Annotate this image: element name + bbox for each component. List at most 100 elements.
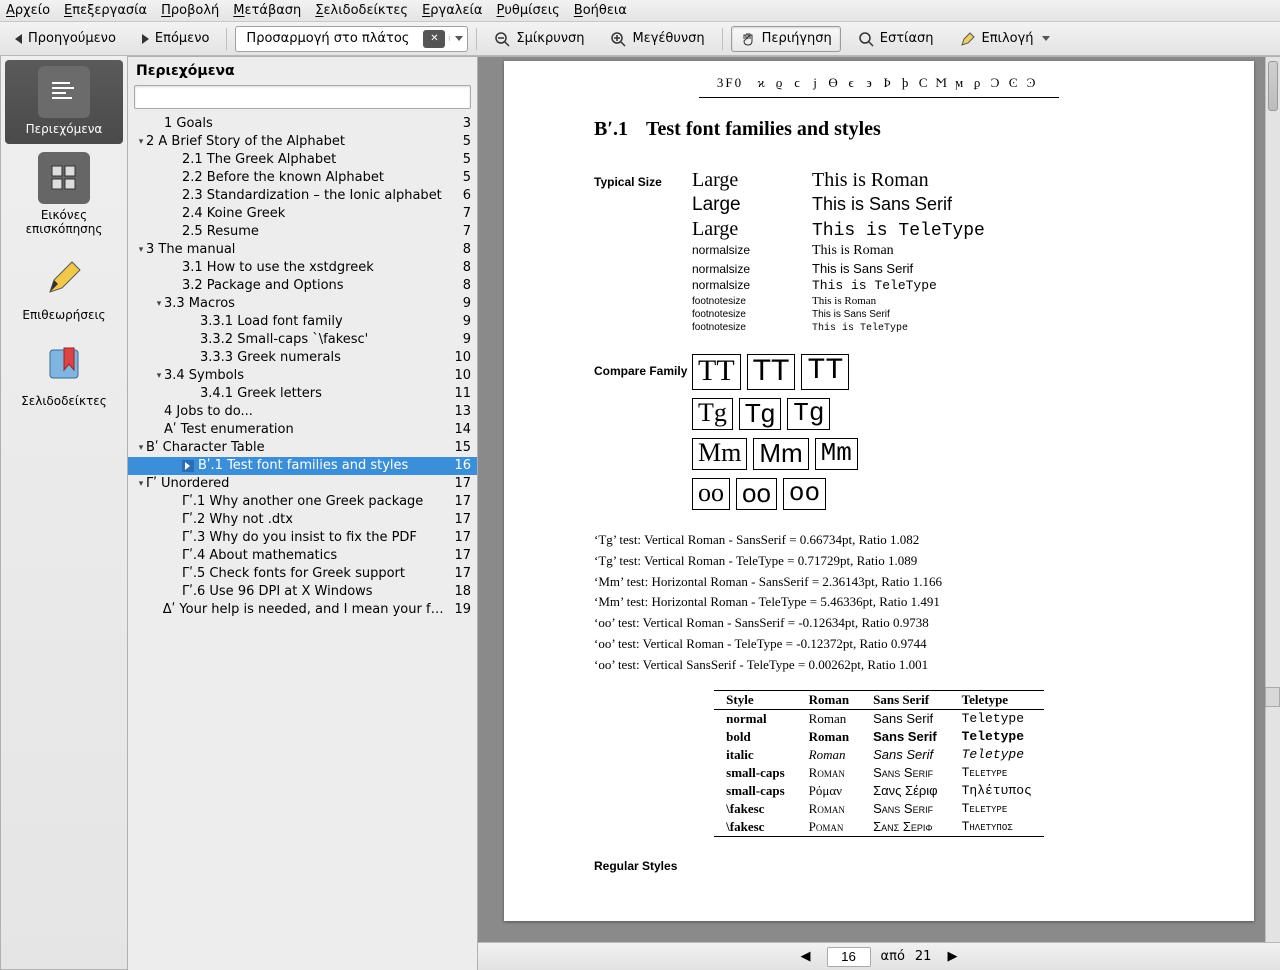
zoom-out-button[interactable]: Σμίκρυνση [485, 26, 593, 52]
table-header: Style [714, 690, 797, 709]
table-row: small-capsΡόμανΣανς ΣέριφΤηλέτυπος [714, 782, 1044, 800]
zoom-combo[interactable]: Προσαρμογή στο πλάτος ✕ [235, 26, 468, 52]
thumbnails-icon [38, 152, 90, 204]
toc-page: 9 [455, 295, 471, 313]
toc-page: 14 [446, 421, 471, 439]
menu-μετάβαση[interactable]: Μετάβαση [233, 3, 301, 18]
toc-entry[interactable]: ▾3.4 Symbols10 [128, 367, 477, 385]
select-button[interactable]: Επιλογή [951, 26, 1059, 52]
toc-entry[interactable]: Γʹ.2 Why not .dtx17 [128, 511, 477, 529]
toc-entry[interactable]: Γʹ.3 Why do you insist to fix the PDF17 [128, 529, 477, 547]
glyph-box: Mm [753, 438, 808, 470]
vertical-scrollbar[interactable] [1265, 57, 1280, 942]
menu-προβολή[interactable]: Προβολή [161, 3, 219, 18]
toc-page: 10 [446, 367, 471, 385]
toc-page: 8 [455, 241, 471, 259]
zoom-in-button[interactable]: Μεγέθυνση [601, 26, 713, 52]
toc-entry[interactable]: ▾3.3 Macros9 [128, 295, 477, 313]
toc-page: 17 [446, 547, 471, 565]
toc-entry[interactable]: 2.2 Before the known Alphabet5 [128, 169, 477, 187]
page-next-button[interactable]: ▶ [941, 947, 963, 966]
toc-entry[interactable]: ▾2 A Brief Story of the Alphabet5 [128, 133, 477, 151]
glyph-box: TT [692, 354, 741, 390]
toc-label: Αʹ Test enumeration [164, 421, 294, 439]
zoom-out-icon [494, 31, 510, 47]
page-prev-button[interactable]: ◀ [795, 947, 817, 966]
toc-entry[interactable]: ▾3 The manual8 [128, 241, 477, 259]
toc-entry[interactable]: 4 Jobs to do...13 [128, 403, 477, 421]
next-button[interactable]: Επόμενο [133, 26, 219, 51]
arrow-right-icon [142, 34, 149, 44]
toc-page: 5 [455, 133, 471, 151]
clear-icon[interactable]: ✕ [423, 30, 445, 48]
toc-label: 2.5 Resume [182, 223, 259, 241]
toc-entry[interactable]: 2.3 Standardization – the Ionic alphabet… [128, 187, 477, 205]
toc-label: 3.4 Symbols [164, 367, 244, 385]
toc-entry[interactable]: Δʹ Your help is needed, and I mean your … [128, 601, 477, 619]
toc-entry[interactable]: 3.3.3 Greek numerals10 [128, 349, 477, 367]
toc-page: 5 [455, 169, 471, 187]
sidebar-item-bookmarks[interactable]: Σελιδοδείκτες [5, 332, 123, 416]
toc-label: 4 Jobs to do... [164, 403, 253, 421]
toc-entry[interactable]: 2.4 Koine Greek7 [128, 205, 477, 223]
toc-label: 3.3.3 Greek numerals [200, 349, 341, 367]
menu-αρχείο[interactable]: Αρχείο [6, 3, 50, 18]
toc-entry[interactable]: Αʹ Test enumeration 14 [128, 421, 477, 439]
menu-ρυθμίσεις[interactable]: Ρυθμίσεις [497, 3, 560, 18]
toc-label: 2.3 Standardization – the Ionic alphabet [182, 187, 442, 205]
toc-page: 11 [446, 385, 471, 403]
page-input[interactable] [827, 947, 871, 967]
sidebar-item-thumbnails[interactable]: Εικόνες επισκόπησης [5, 146, 123, 244]
document-scroll[interactable]: 3F0ϰϱϲϳϴϵ϶ϷϸϹϺϻϼϽϾϿ Βʹ.1Test font famili… [478, 57, 1280, 942]
table-cell: Roman [797, 709, 861, 728]
sidebar-item-contents[interactable]: Περιεχόμενα [5, 60, 123, 144]
sidebar-item-reviews[interactable]: Επιθεωρήσεις [5, 246, 123, 330]
toc-entry[interactable]: Γʹ.5 Check fonts for Greek support17 [128, 565, 477, 583]
table-cell: Ρόμαν [797, 782, 861, 800]
toc-label: Δʹ Your help is needed, and I mean your … [163, 601, 447, 619]
table-cell: Roman [797, 800, 861, 818]
toc-entry[interactable]: 3.1 How to use the xstdgreek8 [128, 259, 477, 277]
toc-page: 6 [455, 187, 471, 205]
scrollbar-thumb[interactable] [1268, 61, 1278, 111]
browse-button[interactable]: Περιήγηση [731, 26, 841, 52]
toc-page: 7 [455, 205, 471, 223]
toc-entry[interactable]: 2.5 Resume7 [128, 223, 477, 241]
table-row: \fakescΡοmanΣανς ΣεριφΤηλετυπος [714, 818, 1044, 837]
table-cell: Teletype [950, 728, 1044, 746]
toc-entry[interactable]: 1 Goals3 [128, 115, 477, 133]
toc-entry[interactable]: 2.1 The Greek Alphabet5 [128, 151, 477, 169]
toc-entry[interactable]: Γʹ.1 Why another one Greek package17 [128, 493, 477, 511]
toc-entry[interactable]: ▾Βʹ Character Table15 [128, 439, 477, 457]
menu-εργαλεία[interactable]: Εργαλεία [422, 3, 482, 18]
toc-page: 18 [446, 583, 471, 601]
toc-page: 5 [455, 151, 471, 169]
glyph-box: Mm [815, 438, 858, 470]
toc-entry[interactable]: 3.3.2 Small-caps `\fakesc'9 [128, 331, 477, 349]
toc-page: 3 [455, 115, 471, 133]
menu-βοήθεια[interactable]: Βοήθεια [574, 3, 627, 18]
zoom-in-icon [610, 31, 626, 47]
toc-page: 8 [455, 259, 471, 277]
menu-σελιδοδείκτες[interactable]: Σελιδοδείκτες [315, 3, 408, 18]
menu-επεξεργασία[interactable]: Επεξεργασία [64, 3, 147, 18]
chevron-down-icon[interactable] [449, 36, 467, 41]
toc-entry[interactable]: ▾Γʹ Unordered17 [128, 475, 477, 493]
prev-button[interactable]: Προηγούμενο [6, 26, 125, 51]
toc-search-input[interactable] [134, 85, 471, 109]
codepoints-row: 3F0ϰϱϲϳϴϵ϶ϷϸϹϺϻϼϽϾϿ [699, 75, 1059, 98]
toc-entry[interactable]: 3.3.1 Load font family9 [128, 313, 477, 331]
focus-button[interactable]: Εστίαση [849, 26, 943, 52]
toc-page: 17 [446, 493, 471, 511]
size-label: normalsize [692, 243, 812, 257]
toc-entry[interactable]: Γʹ.4 About mathematics17 [128, 547, 477, 565]
toc-entry[interactable]: Γʹ.6 Use 96 DPI at X Windows18 [128, 583, 477, 601]
toc-entry[interactable]: 3.4.1 Greek letters11 [128, 385, 477, 403]
table-header: Sans Serif [861, 690, 949, 709]
toc-tree[interactable]: 1 Goals3▾2 A Brief Story of the Alphabet… [128, 115, 477, 970]
size-label: footnotesize [692, 309, 812, 320]
toc-entry[interactable]: Βʹ.1 Test font families and styles16 [128, 457, 477, 475]
scrollbar-grip[interactable] [1265, 687, 1280, 707]
toc-entry[interactable]: 3.2 Package and Options8 [128, 277, 477, 295]
toc-label: Γʹ Unordered [146, 475, 229, 493]
